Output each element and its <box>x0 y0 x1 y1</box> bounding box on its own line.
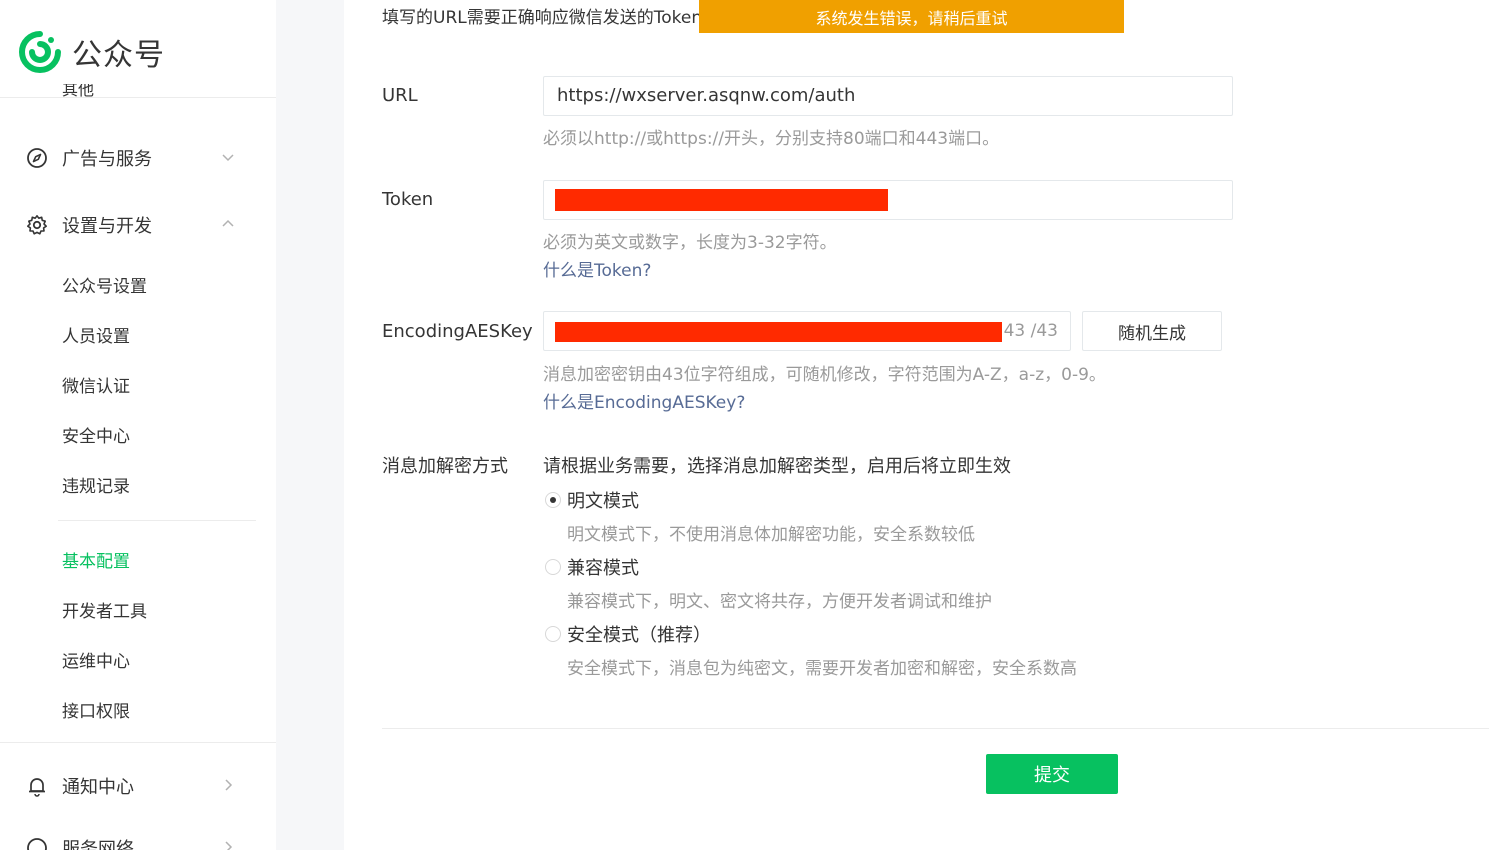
sidebar-group-clipped-wrapper: 服务网络 <box>0 832 276 850</box>
intro-text: 填写的URL需要正确响应微信发送的Token验证 <box>382 8 702 28</box>
radio-desc-compatible: 兼容模式下，明文、密文将共存，方便开发者调试和维护 <box>567 592 992 612</box>
radio-button-checked[interactable] <box>545 492 561 508</box>
sidebar-group-label: 设置与开发 <box>62 216 152 237</box>
url-input[interactable]: https://wxserver.asqnw.com/auth <box>543 76 1233 116</box>
sidebar-item-ops-center[interactable]: 运维中心 <box>62 647 130 672</box>
circle-icon <box>27 838 47 850</box>
wechat-official-logo-icon <box>19 31 61 73</box>
sidebar-item-clipped-label: 其他 <box>62 84 95 97</box>
encryption-mode-intro: 请根据业务需要，选择消息加解密类型，启用后将立即生效 <box>543 456 1011 477</box>
sidebar-item-violation-records[interactable]: 违规记录 <box>62 472 130 497</box>
token-hint: 必须为英文或数字，长度为3-32字符。 <box>543 233 837 253</box>
sidebar-group-settings-dev[interactable]: 设置与开发 <box>26 213 236 237</box>
brand-name: 公众号 <box>72 38 165 73</box>
error-toast: 系统发生错误，请稍后重试 <box>699 0 1124 33</box>
radio-label: 兼容模式 <box>567 558 639 579</box>
what-is-token-link[interactable]: 什么是Token? <box>543 256 651 281</box>
sidebar-group-label: 广告与服务 <box>62 149 152 170</box>
token-input[interactable] <box>543 180 1233 220</box>
url-hint: 必须以http://或https://开头，分别支持80端口和443端口。 <box>543 129 1000 149</box>
sidebar-group-ads-services[interactable]: 广告与服务 <box>26 146 236 170</box>
main-content: 填写的URL需要正确响应微信发送的Token验证 系统发生错误，请稍后重试 UR… <box>344 0 1489 850</box>
aeskey-label: EncodingAESKey <box>382 321 533 342</box>
sidebar-item-clipped[interactable]: 其他 <box>26 84 146 97</box>
sidebar-item-basic-config[interactable]: 基本配置 <box>62 547 130 572</box>
sidebar-group-label: 服务网络 <box>62 839 134 850</box>
radio-button[interactable] <box>545 559 561 575</box>
sidebar-sub-divider <box>58 520 256 521</box>
brand[interactable]: 公众号 <box>18 30 165 74</box>
radio-button[interactable] <box>545 626 561 642</box>
url-label: URL <box>382 85 418 106</box>
radio-label: 安全模式（推荐） <box>567 625 711 646</box>
sidebar-group-service-network[interactable]: 服务网络 <box>26 836 236 850</box>
aeskey-redaction <box>555 322 1002 342</box>
sidebar-item-developer-tools[interactable]: 开发者工具 <box>62 597 147 622</box>
sidebar-item-security-center[interactable]: 安全中心 <box>62 422 130 447</box>
chevron-down-icon <box>222 154 234 162</box>
footer-divider <box>382 728 1489 729</box>
sidebar-item-staff-settings[interactable]: 人员设置 <box>62 322 130 347</box>
radio-desc-secure: 安全模式下，消息包为纯密文，需要开发者加密和解密，安全系数高 <box>567 659 1077 679</box>
aeskey-hint: 消息加密密钥由43位字符组成，可随机修改，字符范围为A-Z，a-z，0-9。 <box>543 365 1106 385</box>
radio-compatible-mode[interactable]: 兼容模式 <box>545 554 639 580</box>
compass-icon <box>27 148 47 168</box>
chevron-right-icon <box>225 841 233 850</box>
radio-label: 明文模式 <box>567 491 639 512</box>
radio-secure-mode[interactable]: 安全模式（推荐） <box>545 621 711 647</box>
chevron-up-icon <box>222 219 234 227</box>
sidebar: 公众号 其他 广告与服务 设置与开发 公众号设置 人员设置 微信认证 安全中心 … <box>0 0 276 850</box>
sidebar-item-account-settings[interactable]: 公众号设置 <box>62 272 147 297</box>
aeskey-char-counter: 43 /43 <box>1003 321 1058 341</box>
token-label: Token <box>382 189 434 210</box>
chevron-right-icon <box>225 779 233 791</box>
submit-button[interactable]: 提交 <box>986 754 1118 794</box>
encryption-mode-label: 消息加解密方式 <box>382 456 508 477</box>
sidebar-group-divider <box>0 742 276 743</box>
radio-desc-plaintext: 明文模式下，不使用消息体加解密功能，安全系数较低 <box>567 525 975 545</box>
radio-plaintext-mode[interactable]: 明文模式 <box>545 487 639 513</box>
sidebar-group-notifications[interactable]: 通知中心 <box>26 774 236 798</box>
sidebar-item-api-permissions[interactable]: 接口权限 <box>62 697 130 722</box>
token-redaction <box>555 189 888 211</box>
sidebar-group-label: 通知中心 <box>62 777 134 798</box>
gear-icon <box>27 215 47 235</box>
bell-icon <box>29 778 45 797</box>
layout-gutter <box>276 0 344 850</box>
random-generate-button[interactable]: 随机生成 <box>1082 311 1222 351</box>
aeskey-input[interactable]: 43 /43 <box>543 311 1071 351</box>
brand-divider <box>0 97 276 98</box>
sidebar-item-wechat-verify[interactable]: 微信认证 <box>62 372 130 397</box>
what-is-aeskey-link[interactable]: 什么是EncodingAESKey? <box>543 388 745 413</box>
